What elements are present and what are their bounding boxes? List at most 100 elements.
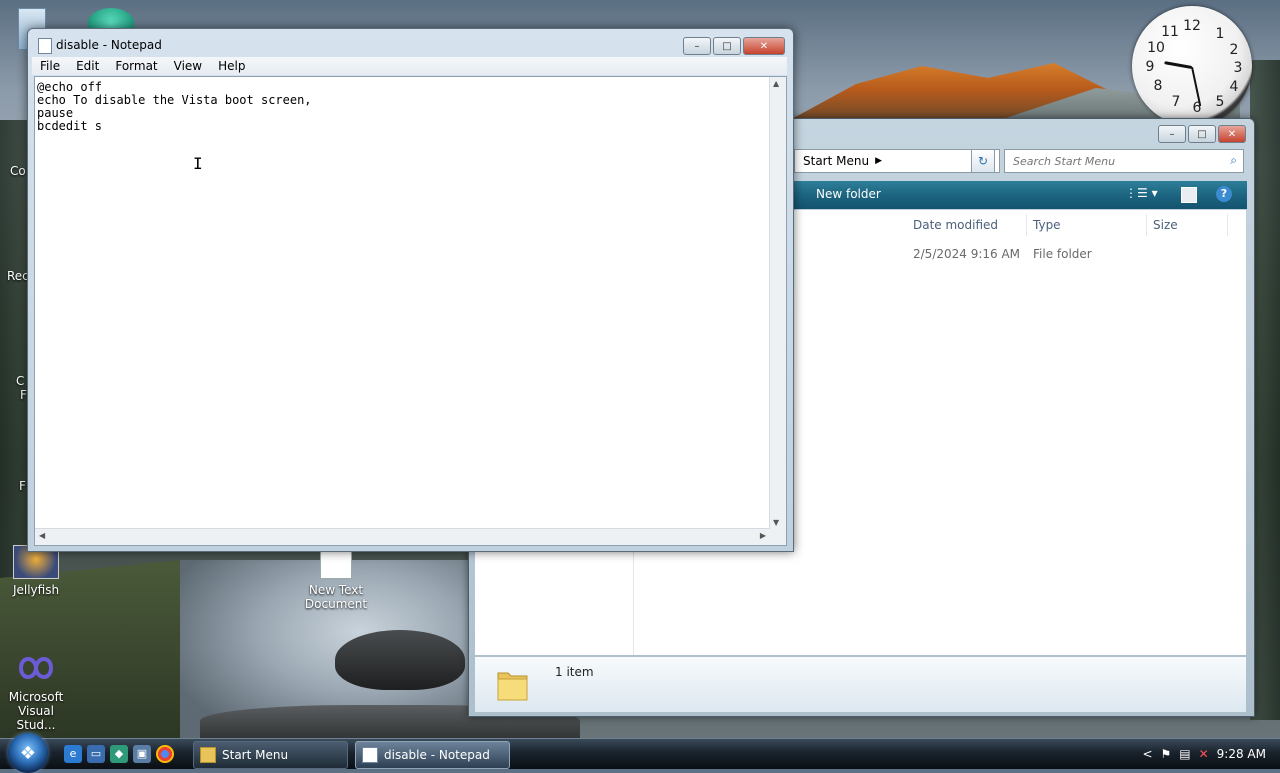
search-input[interactable] (1011, 153, 1215, 169)
minimize-button[interactable]: – (683, 37, 711, 55)
notepad-window-controls: – □ ✕ (683, 37, 785, 55)
text-file-icon (320, 549, 352, 579)
explorer-window-controls: – □ ✕ (1158, 125, 1246, 143)
scroll-left-icon[interactable]: ◀ (39, 531, 45, 540)
clock-gadget[interactable]: 12 1 2 3 4 5 6 7 8 9 10 11 (1132, 6, 1252, 126)
explorer-maximize-button[interactable]: □ (1188, 125, 1216, 143)
switch-windows-icon[interactable]: ◆ (110, 745, 128, 763)
clock-number: 7 (1171, 94, 1181, 110)
cell-type: File folder (1033, 247, 1092, 261)
maximize-button[interactable]: □ (713, 37, 741, 55)
clock-hour-hand (1164, 61, 1193, 69)
column-header-size[interactable]: Size (1153, 218, 1178, 232)
network-icon[interactable]: ▤ (1179, 747, 1190, 761)
clock-number: 9 (1145, 59, 1155, 75)
editor-content[interactable]: @echo off echo To disable the Vista boot… (35, 77, 786, 137)
desktop-partial-label-c[interactable]: C (16, 374, 24, 388)
desktop-partial-label-recycle[interactable]: Rec (7, 269, 29, 283)
explorer-close-button[interactable]: ✕ (1218, 125, 1246, 143)
wallpaper-rock (335, 630, 465, 690)
preview-pane-icon[interactable] (1181, 187, 1197, 203)
breadcrumb-start-menu[interactable]: Start Menu (803, 154, 869, 168)
address-bar[interactable]: Start Menu ▶ ▼ (794, 149, 1000, 173)
desktop-partial-label-f2[interactable]: F (19, 479, 26, 493)
text-editor[interactable]: @echo off echo To disable the Vista boot… (34, 76, 787, 546)
notepad-titlebar[interactable]: disable - Notepad – □ ✕ (28, 29, 793, 59)
volume-muted-icon[interactable]: ✕ (1199, 747, 1209, 761)
views-button[interactable]: ⋮☰ ▾ (1125, 186, 1158, 200)
breadcrumb-arrow-icon[interactable]: ▶ (875, 156, 882, 166)
horizontal-scrollbar[interactable]: ◀ ▶ (35, 528, 770, 545)
show-hidden-icons-button[interactable]: < (1142, 747, 1152, 761)
column-separator[interactable] (1227, 214, 1228, 236)
views-dropdown-icon: ▾ (1151, 186, 1158, 200)
search-box[interactable]: ⌕ (1004, 149, 1244, 173)
search-icon[interactable]: ⌕ (1230, 153, 1237, 168)
clock-number: 5 (1215, 94, 1225, 110)
column-header-date-modified[interactable]: Date modified (913, 218, 998, 232)
cell-date-modified: 2/5/2024 9:16 AM (913, 247, 1021, 261)
window-title: disable - Notepad (56, 38, 162, 52)
close-button[interactable]: ✕ (743, 37, 785, 55)
clock-number: 6 (1192, 100, 1202, 116)
chrome-icon[interactable] (156, 745, 174, 763)
visual-studio-icon (13, 650, 59, 686)
help-icon[interactable]: ? (1216, 186, 1232, 202)
scroll-right-icon[interactable]: ▶ (760, 531, 766, 540)
desktop-icon-visual-studio[interactable]: Microsoft Visual Stud... (0, 650, 72, 732)
scroll-down-icon[interactable]: ▼ (773, 518, 779, 527)
details-pane: 1 item (475, 657, 1246, 712)
resize-grip-icon[interactable] (770, 529, 786, 545)
column-separator[interactable] (1026, 214, 1027, 236)
desktop-icon-jellyfish[interactable]: Jellyfish (0, 545, 72, 597)
clock-number: 2 (1229, 42, 1239, 58)
menu-bar: File Edit Format View Help (32, 57, 787, 75)
refresh-icon: ↻ (977, 154, 989, 168)
clock-number: 11 (1161, 24, 1179, 40)
taskbar: ❖ e ▭ ◆ ▣ Start Menu disable - Notepad <… (0, 733, 1280, 773)
computer-icon[interactable]: ▣ (133, 745, 151, 763)
taskbar-item-label: disable - Notepad (384, 748, 490, 762)
explorer-minimize-button[interactable]: – (1158, 125, 1186, 143)
clock-number: 10 (1147, 40, 1165, 56)
desktop-partial-label-f1[interactable]: F (20, 388, 27, 402)
desktop-icon-label: New Text Document (304, 583, 368, 611)
text-cursor-icon: I (193, 154, 203, 173)
windows-logo-icon: ❖ (19, 742, 37, 764)
column-header-type[interactable]: Type (1033, 218, 1061, 232)
item-count: 1 item (555, 665, 594, 679)
taskbar-item-notepad[interactable]: disable - Notepad (355, 741, 510, 769)
menu-format[interactable]: Format (107, 59, 165, 73)
desktop-icon-label: Microsoft Visual Stud... (8, 690, 64, 732)
notepad-window[interactable]: disable - Notepad – □ ✕ File Edit Format… (27, 28, 794, 552)
clock-time[interactable]: 9:28 AM (1217, 747, 1266, 761)
scroll-up-icon[interactable]: ▲ (773, 79, 779, 88)
menu-view[interactable]: View (166, 59, 210, 73)
clock-number: 8 (1153, 78, 1163, 94)
clock-number: 4 (1229, 79, 1239, 95)
system-tray: < ⚑ ▤ ✕ 9:28 AM (1142, 739, 1280, 769)
taskbar-item-label: Start Menu (222, 748, 289, 762)
clock-number: 1 (1215, 26, 1225, 42)
menu-help[interactable]: Help (210, 59, 253, 73)
notepad-icon (362, 747, 378, 763)
refresh-button[interactable]: ↻ (971, 149, 995, 173)
flag-icon[interactable]: ⚑ (1161, 747, 1172, 761)
menu-edit[interactable]: Edit (68, 59, 107, 73)
views-icon: ⋮☰ (1125, 186, 1148, 200)
clock-number: 3 (1233, 60, 1243, 76)
folder-icon (200, 747, 216, 763)
folder-icon (495, 665, 531, 703)
start-button[interactable]: ❖ (8, 733, 48, 773)
new-folder-button[interactable]: New folder (816, 187, 881, 201)
taskbar-item-start-menu[interactable]: Start Menu (193, 741, 348, 769)
desktop-icon-label: Jellyfish (12, 583, 60, 597)
desktop-icon-new-text-document[interactable]: New Text Document (300, 549, 372, 611)
show-desktop-icon[interactable]: ▭ (87, 745, 105, 763)
internet-explorer-icon[interactable]: e (64, 745, 82, 763)
menu-file[interactable]: File (32, 59, 68, 73)
vertical-scrollbar[interactable]: ▲ ▼ (769, 77, 786, 529)
desktop-partial-label-computer[interactable]: Co (10, 164, 26, 178)
notepad-icon (38, 38, 52, 54)
column-separator[interactable] (1146, 214, 1147, 236)
